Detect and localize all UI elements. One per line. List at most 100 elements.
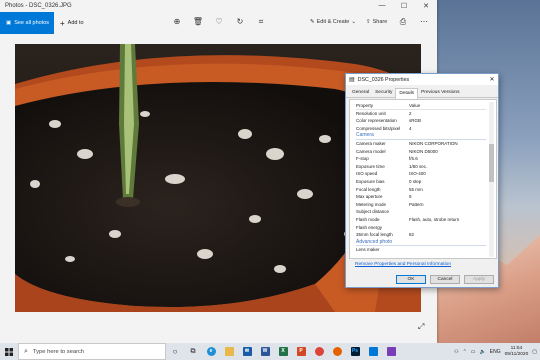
scrollbar-thumb[interactable] bbox=[489, 144, 494, 182]
property-column-header[interactable]: Property bbox=[356, 102, 409, 109]
taskbar-search-box[interactable]: ⌕ Type here to search bbox=[18, 343, 166, 360]
task-view-icon[interactable]: ⧉ bbox=[184, 343, 202, 360]
property-row[interactable]: ISO speed ISO-400 bbox=[356, 170, 486, 178]
property-list[interactable]: Property Value Resolution unit 2 Color rep… bbox=[356, 102, 486, 257]
property-row[interactable]: F-stop f/5.6 bbox=[356, 155, 486, 163]
apply-button[interactable]: Apply bbox=[464, 275, 494, 284]
more-options-icon[interactable]: ⋯ bbox=[418, 17, 430, 26]
dialog-close-button[interactable]: ✕ bbox=[486, 76, 498, 83]
add-to-button[interactable]: + Add to bbox=[60, 19, 84, 28]
search-placeholder: Type here to search bbox=[32, 348, 85, 355]
property-row[interactable]: Color representation sRGB bbox=[356, 117, 486, 125]
zoom-icon[interactable]: ⊕ bbox=[171, 17, 183, 26]
property-row[interactable]: Exposure bias 0 step bbox=[356, 178, 486, 186]
system-tray: ⚇ ⌃ ▭ 🔈 ENG 11:54 09/11/2020 ▢ bbox=[454, 346, 540, 358]
property-name: Max aperture bbox=[356, 194, 383, 200]
word-icon[interactable]: W bbox=[256, 343, 274, 360]
tray-chevron-icon[interactable]: ⌃ bbox=[463, 349, 467, 355]
property-row[interactable]: Exposure time 1/60 sec. bbox=[356, 163, 486, 171]
expand-icon[interactable]: ⤢ bbox=[418, 322, 424, 332]
property-row[interactable]: Metering mode Pattern bbox=[356, 201, 486, 209]
ok-button[interactable]: OK bbox=[396, 275, 426, 284]
network-icon[interactable]: ▭ bbox=[471, 349, 476, 355]
notifications-icon[interactable]: ▢ bbox=[532, 349, 537, 355]
property-name: Camera bbox=[356, 132, 374, 139]
property-value: NIKON CORPORATION bbox=[409, 140, 458, 146]
property-value: f/5.6 bbox=[409, 156, 418, 162]
language-indicator[interactable]: ENG bbox=[490, 349, 501, 355]
tab-security[interactable]: Security bbox=[372, 88, 395, 98]
property-section-header[interactable]: Camera bbox=[356, 132, 486, 140]
property-section-header[interactable]: Advanced photo bbox=[356, 239, 486, 247]
property-row[interactable]: Subject distance bbox=[356, 208, 486, 216]
property-row[interactable]: Focal length 55 mm bbox=[356, 186, 486, 194]
property-value bbox=[409, 132, 486, 139]
property-name: Lens maker bbox=[356, 247, 380, 253]
start-button[interactable] bbox=[0, 343, 18, 360]
property-row[interactable]: Resolution unit 2 bbox=[356, 110, 486, 118]
property-row[interactable]: Flash energy bbox=[356, 224, 486, 232]
property-value: 0 step bbox=[409, 178, 422, 184]
property-row[interactable]: Flash mode Flash, auto, strobe return bbox=[356, 216, 486, 224]
property-row[interactable]: Lens maker bbox=[356, 246, 486, 254]
property-value: 55 mm bbox=[409, 186, 423, 192]
close-button[interactable]: ✕ bbox=[415, 2, 437, 10]
tab-previous-versions[interactable]: Previous Versions bbox=[418, 88, 462, 98]
property-row[interactable]: Camera model NIKON D5000 bbox=[356, 148, 486, 156]
cortana-icon[interactable]: ○ bbox=[166, 343, 184, 360]
volume-icon[interactable]: 🔈 bbox=[480, 349, 486, 355]
chevron-down-icon: ⌄ bbox=[351, 19, 356, 25]
tab-details[interactable]: Details bbox=[395, 88, 419, 99]
snip-icon[interactable] bbox=[382, 343, 400, 360]
property-name: ISO speed bbox=[356, 171, 378, 177]
photos-taskbar-icon[interactable] bbox=[364, 343, 382, 360]
property-value bbox=[409, 208, 486, 216]
property-name: Exposure bias bbox=[356, 178, 385, 184]
property-row[interactable]: 35mm focal length 82 bbox=[356, 231, 486, 239]
see-all-photos-button[interactable]: ▣ See all photos bbox=[0, 12, 54, 34]
property-name: Focal length bbox=[356, 186, 381, 192]
property-row[interactable]: Max aperture 5 bbox=[356, 193, 486, 201]
chrome-icon[interactable] bbox=[310, 343, 328, 360]
property-value bbox=[409, 239, 486, 246]
favorite-icon[interactable]: ♡ bbox=[213, 17, 225, 26]
property-name: Compressed bits/pixel bbox=[356, 125, 401, 131]
crop-icon[interactable]: ⌗ bbox=[255, 17, 267, 27]
property-value: 4 bbox=[409, 125, 412, 131]
mail-icon[interactable]: ✉ bbox=[238, 343, 256, 360]
clock[interactable]: 11:54 09/11/2020 bbox=[505, 346, 529, 358]
property-name: Subject distance bbox=[356, 209, 390, 215]
cancel-button[interactable]: Cancel bbox=[430, 275, 460, 284]
property-scrollbar[interactable] bbox=[489, 102, 494, 257]
powerpoint-icon[interactable]: P bbox=[292, 343, 310, 360]
share-icon: ⇪ bbox=[366, 19, 371, 25]
property-name: Advanced photo bbox=[356, 238, 393, 245]
dialog-tabs: General Security Details Previous Versio… bbox=[346, 88, 498, 99]
excel-icon[interactable]: X bbox=[274, 343, 292, 360]
people-icon[interactable]: ⚇ bbox=[454, 349, 458, 355]
minimize-button[interactable]: — bbox=[371, 2, 393, 10]
photos-toolbar: ▣ See all photos + Add to ⊕ 🗑 ♡ ↻ ⌗ ✎ Ed… bbox=[0, 12, 437, 34]
maximize-button[interactable]: ☐ bbox=[393, 2, 415, 10]
print-icon[interactable]: ⎙ bbox=[397, 17, 409, 27]
delete-icon[interactable]: 🗑 bbox=[192, 17, 204, 26]
property-value bbox=[409, 246, 486, 254]
property-name: Color representation bbox=[356, 118, 397, 124]
edit-create-button[interactable]: ✎ Edit & Create ⌄ bbox=[310, 19, 356, 25]
property-name: Flash energy bbox=[356, 224, 383, 230]
rotate-icon[interactable]: ↻ bbox=[234, 17, 246, 26]
tab-general[interactable]: General bbox=[349, 88, 372, 98]
share-button[interactable]: ⇪ Share bbox=[366, 19, 387, 25]
file-explorer-icon[interactable] bbox=[220, 343, 238, 360]
property-value: ISO-400 bbox=[409, 171, 426, 177]
property-value: 1/60 sec. bbox=[409, 163, 428, 169]
photoshop-icon[interactable]: Ps bbox=[346, 343, 364, 360]
photos-title-bar: Photos - DSC_0326.JPG — ☐ ✕ bbox=[0, 0, 437, 12]
firefox-icon[interactable] bbox=[328, 343, 346, 360]
property-row[interactable]: Camera maker NIKON CORPORATION bbox=[356, 140, 486, 148]
remove-properties-link[interactable]: Remove Properties and Personal Informati… bbox=[355, 262, 451, 267]
edge-icon[interactable]: e bbox=[202, 343, 220, 360]
property-name: Camera model bbox=[356, 148, 386, 154]
value-column-header[interactable]: Value bbox=[409, 102, 486, 109]
property-row[interactable]: Compressed bits/pixel 4 bbox=[356, 125, 486, 133]
